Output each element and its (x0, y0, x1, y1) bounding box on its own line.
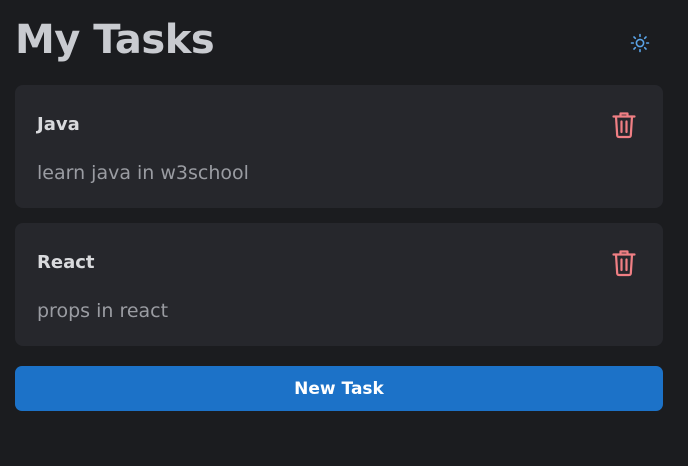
task-app: My Tasks Java learn java in w3school Rea… (0, 0, 688, 466)
task-title: Java (37, 114, 80, 135)
delete-task-button[interactable] (611, 111, 637, 139)
trash-icon (611, 111, 637, 139)
delete-task-button[interactable] (611, 249, 637, 277)
sun-icon (629, 32, 651, 54)
task-title: React (37, 252, 95, 273)
task-description: learn java in w3school (37, 162, 249, 184)
header: My Tasks (15, 18, 663, 74)
new-task-button[interactable]: New Task (15, 366, 663, 411)
page-title: My Tasks (15, 17, 215, 63)
theme-toggle-button[interactable] (629, 32, 651, 54)
task-card: Java learn java in w3school (15, 85, 663, 208)
trash-icon (611, 249, 637, 277)
task-card: React props in react (15, 223, 663, 346)
task-description: props in react (37, 300, 169, 322)
